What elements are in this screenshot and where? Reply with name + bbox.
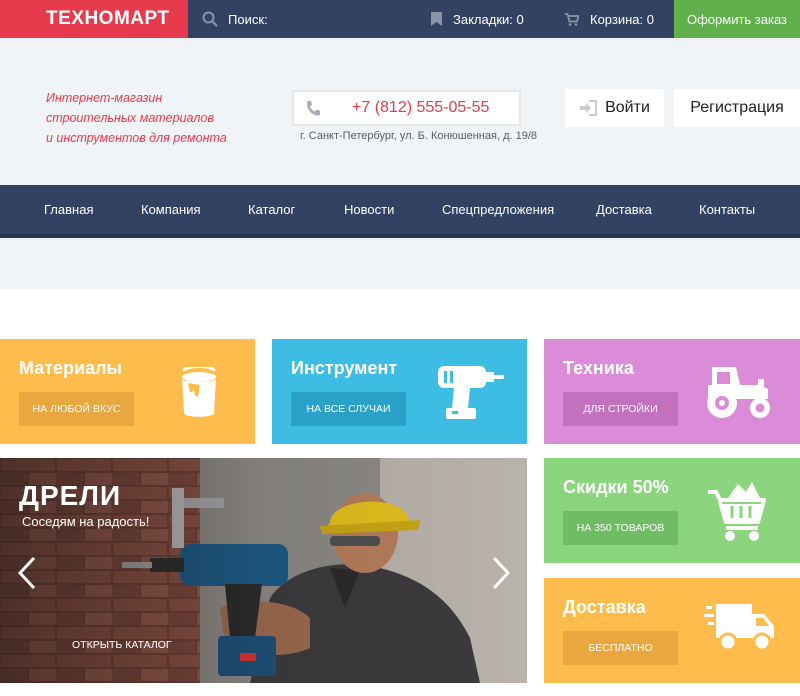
nav-item-catalog[interactable]: Каталог	[248, 185, 295, 234]
nav-item-special-offers[interactable]: Спецпредложения	[442, 185, 554, 234]
tile-tools[interactable]: Инструмент На все случаи	[272, 339, 527, 444]
search-field[interactable]: Поиск:	[188, 0, 268, 38]
delivery-truck-icon	[704, 604, 774, 652]
nav-item-home[interactable]: Главная	[44, 185, 93, 234]
tile-machinery[interactable]: Техника Для стройки	[544, 339, 800, 444]
register-button[interactable]: Регистрация	[674, 89, 800, 127]
tagline-line: и инструментов для ремонта	[46, 131, 227, 145]
open-catalog-link[interactable]: Открыть каталог	[72, 639, 172, 651]
tile-title: Доставка	[563, 597, 646, 617]
bookmarks-link[interactable]: Закладки: 0	[431, 0, 524, 38]
hero-slider[interactable]: ДРЕЛИ Соседям на радость! Открыть катало…	[0, 458, 527, 683]
phone-box[interactable]: +7 (812) 555-05-55	[292, 90, 521, 126]
address: г. Санкт-Петербург, ул. Б. Конюшенная, д…	[300, 130, 538, 142]
tile-discount[interactable]: Скидки 50% На 350 товаров	[544, 458, 800, 563]
tile-title: Материалы	[19, 358, 122, 378]
nav-underlay	[0, 238, 800, 289]
nav-item-company[interactable]: Компания	[141, 185, 201, 234]
drill-icon	[438, 366, 504, 419]
tile-delivery[interactable]: Доставка Бесплатно	[544, 578, 800, 683]
cart-icon	[565, 12, 579, 26]
top-bar: ТЕХНОМАРТ Поиск: Закладки: 0 Корзина: 0 …	[0, 0, 800, 43]
tile-title: Инструмент	[291, 358, 398, 378]
tractor-icon	[707, 367, 770, 418]
tools-button[interactable]: На все случаи	[291, 392, 406, 426]
header: Интернет-магазин строительных материалов…	[0, 38, 800, 185]
phone-number: +7 (812) 555-05-55	[352, 99, 490, 116]
delivery-button[interactable]: Бесплатно	[563, 631, 678, 665]
tile-title: Скидки 50%	[563, 477, 669, 497]
login-label: Войти	[605, 99, 650, 116]
bookmarks-label: Закладки: 0	[453, 11, 524, 27]
main-nav: Главная Компания Каталог Новости Спецпре…	[0, 185, 800, 238]
materials-button[interactable]: На любой вкус	[19, 392, 134, 426]
bookmark-icon	[431, 12, 442, 26]
nav-item-news[interactable]: Новости	[344, 185, 394, 234]
hero-subtitle: Соседям на радость!	[22, 514, 150, 529]
tagline-line: строительных материалов	[46, 111, 214, 125]
login-icon	[580, 100, 598, 116]
discount-button[interactable]: На 350 товаров	[563, 511, 678, 545]
search-label: Поиск:	[228, 11, 268, 27]
login-button[interactable]: Войти	[565, 89, 664, 127]
tagline: Интернет-магазин строительных материалов…	[46, 88, 227, 148]
tile-materials[interactable]: Материалы На любой вкус	[0, 339, 255, 444]
shopping-cart-icon	[708, 482, 766, 541]
machinery-button[interactable]: Для стройки	[563, 392, 678, 426]
nav-item-delivery[interactable]: Доставка	[596, 185, 652, 234]
arrow-right-icon[interactable]	[490, 556, 512, 590]
nav-item-contacts[interactable]: Контакты	[699, 185, 755, 234]
logo[interactable]: ТЕХНОМАРТ	[0, 0, 188, 43]
cart-link[interactable]: Корзина: 0	[565, 0, 654, 38]
search-icon	[202, 11, 218, 27]
order-button[interactable]: Оформить заказ	[674, 0, 800, 38]
tagline-line: Интернет-магазин	[46, 91, 163, 105]
paint-bucket-icon	[182, 367, 216, 417]
tile-title: Техника	[563, 358, 634, 378]
cart-label: Корзина: 0	[590, 11, 654, 27]
phone-icon	[307, 101, 320, 116]
hero-title: ДРЕЛИ	[19, 480, 122, 511]
arrow-left-icon[interactable]	[16, 556, 38, 590]
